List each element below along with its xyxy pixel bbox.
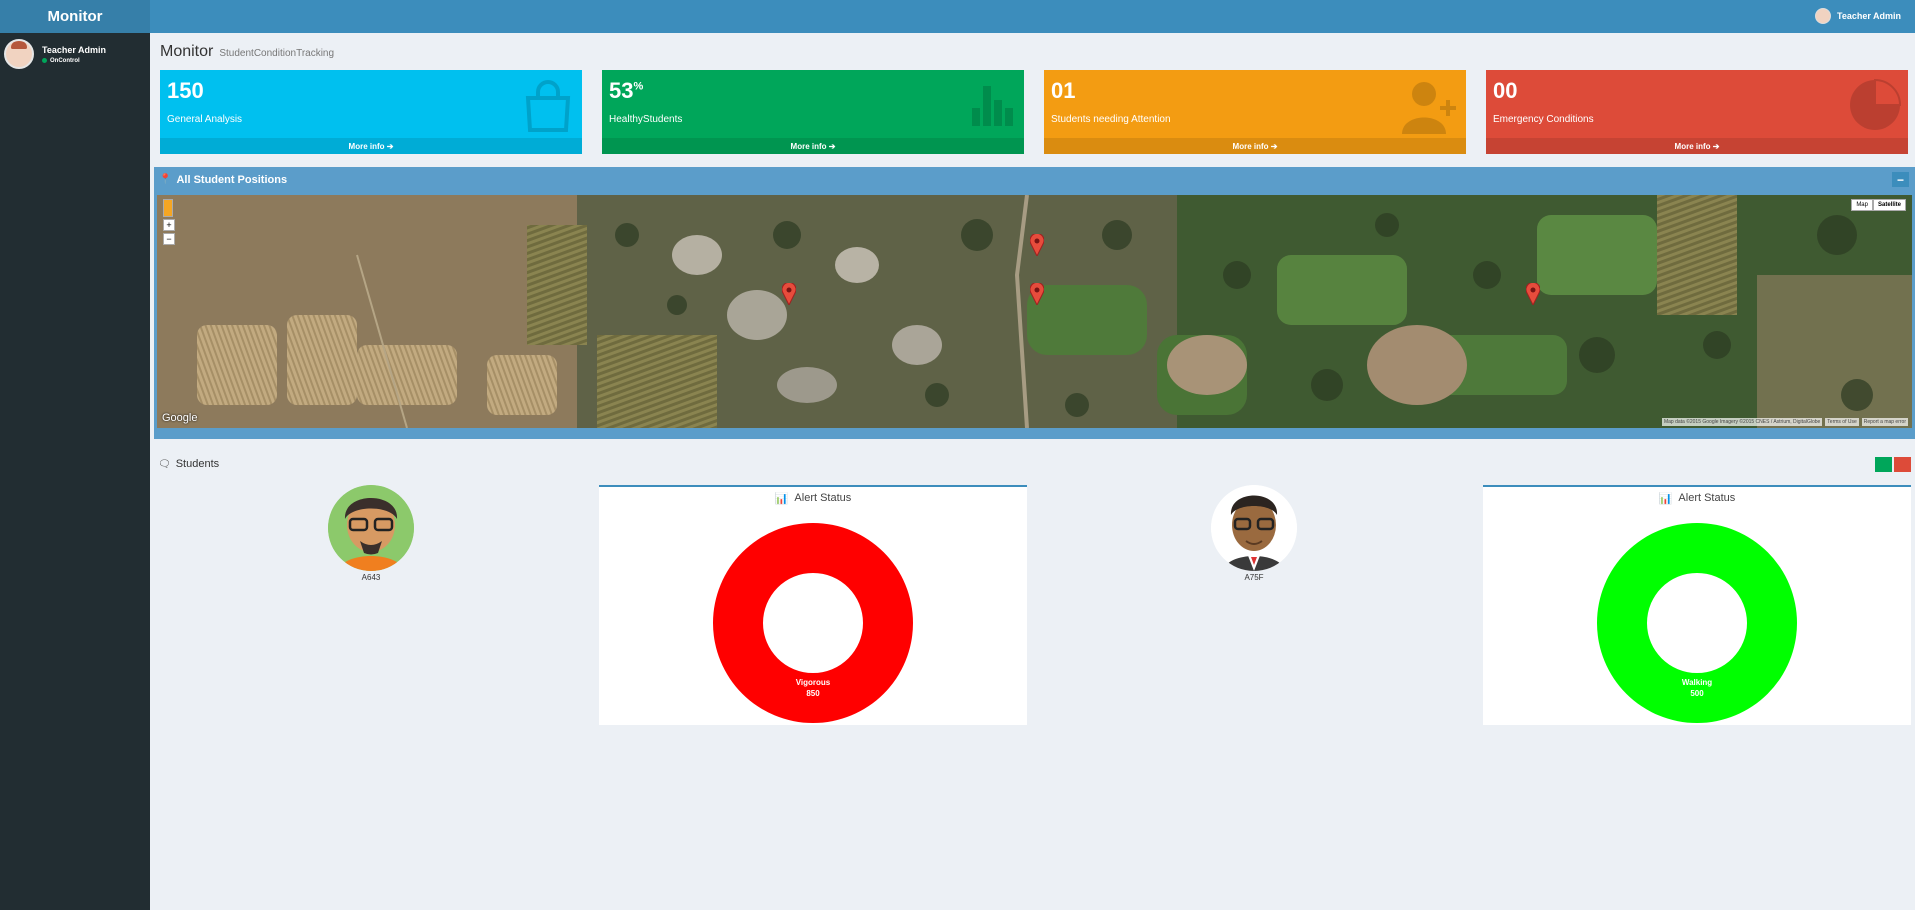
map-pin-icon[interactable] [1030,234,1044,256]
student-id: A643 [361,573,381,582]
student-id: A75F [1244,573,1264,582]
student-avatar [1211,485,1297,571]
stat-box-emergency: 00 Emergency Conditions More info ➔ [1486,70,1908,154]
report-error-link[interactable]: Report a map error [1861,418,1908,426]
sidebar-user-name: Teacher Admin [42,44,107,55]
user-status-label: OnControl [50,57,80,64]
stat-box-general: 150 General Analysis More info ➔ [160,70,582,154]
stat-label: HealthyStudents [609,114,683,125]
sidebar: Monitor Teacher Admin OnControl [0,0,150,910]
donut-chart: Vigorous 850 [713,522,913,724]
green-status-button[interactable] [1875,457,1892,472]
top-navbar: Teacher Admin [150,0,1915,33]
map-type-map-button[interactable]: Map [1851,199,1873,211]
google-logo: Google [162,412,198,424]
stat-box-attention: 01 Students needing Attention More info … [1044,70,1466,154]
chart-title: 📊 Alert Status [1658,492,1736,505]
map-pin-icon[interactable] [1030,283,1044,305]
map-marker-icon: 📍 [159,174,172,185]
top-user-menu[interactable]: Teacher Admin [1814,8,1901,24]
collapse-button[interactable]: − [1892,172,1909,187]
students-title: Students [175,458,220,470]
top-user-name: Teacher Admin [1836,11,1901,21]
online-dot-icon [42,58,47,63]
map-imagery [157,195,1912,428]
map-type-control: Map Satellite [1851,199,1906,211]
bag-icon [525,80,571,132]
donut-label: Walking [1682,678,1712,687]
stat-value: 150 [167,78,204,103]
zoom-out-button[interactable]: − [163,233,175,245]
map-pin-icon[interactable] [782,283,796,305]
user-avatar [4,39,34,69]
stat-label: Emergency Conditions [1493,114,1594,125]
more-info-link[interactable]: More info ➔ [160,138,582,154]
student-card[interactable]: A643 [326,485,416,582]
bar-chart-icon: 📊 [1658,492,1673,505]
map-box-title: All Student Positions [176,173,288,186]
map-zoom-controls: + − [163,199,175,247]
bar-chart-icon [972,86,1013,126]
donut-label: Vigorous [796,678,831,687]
user-add-icon [1402,82,1456,134]
content: Monitor StudentConditionTracking 150 Gen… [150,33,1915,910]
map-attribution: Map data ©2015 Google Imagery ©2015 CNES… [1661,418,1908,426]
zoom-in-button[interactable]: + [163,219,175,231]
user-panel: Teacher Admin OnControl [0,33,150,75]
bar-chart-icon: 📊 [774,492,789,505]
page-subtitle: StudentConditionTracking [219,48,335,59]
stat-value: 01 [1051,78,1076,103]
red-square-icon [1894,457,1911,472]
student-card[interactable]: A75F [1209,485,1299,582]
map-box: 📍 All Student Positions − + − Map Satell… [154,167,1915,439]
stat-label: Students needing Attention [1051,114,1171,125]
map-copyright: Map data ©2015 Google Imagery ©2015 CNES… [1661,418,1823,426]
donut-value: 850 [806,689,820,698]
students-section-header: 🗨 Students [158,458,219,470]
more-info-link[interactable]: More info ➔ [1044,138,1466,154]
page-header: Monitor StudentConditionTracking [160,43,334,61]
green-square-icon [1875,457,1892,472]
app-logo[interactable]: Monitor [0,0,150,33]
stat-value: 53% [609,78,644,103]
chart-title: 📊 Alert Status [774,492,852,505]
street-view-pegman-icon[interactable] [163,199,173,217]
map-pin-icon[interactable] [1526,283,1540,305]
red-status-button[interactable] [1894,457,1911,472]
satellite-map[interactable]: + − Map Satellite Google Map data ©2015 … [157,195,1912,428]
stat-label: General Analysis [167,114,243,125]
stat-box-healthy: 53% HealthyStudents More info ➔ [602,70,1024,154]
student-avatar [328,485,414,571]
donut-value: 500 [1690,689,1704,698]
students-tools [1875,457,1911,472]
page-title: Monitor [160,43,214,60]
user-status: OnControl [42,58,106,64]
top-user-avatar [1814,8,1831,24]
donut-chart: Walking 500 [1597,522,1797,724]
more-info-link[interactable]: More info ➔ [602,138,1024,154]
alert-status-chart: 📊 Alert Status Walking 500 [1483,485,1911,725]
more-info-link[interactable]: More info ➔ [1486,138,1908,154]
alert-status-chart: 📊 Alert Status Vigorous 850 [599,485,1027,725]
chat-bubbles-icon: 🗨 [158,458,171,470]
terms-link[interactable]: Terms of Use [1825,418,1859,426]
stat-value: 00 [1493,78,1518,103]
map-box-header: 📍 All Student Positions [154,167,1915,192]
pie-chart-icon [1850,78,1902,130]
map-type-satellite-button[interactable]: Satellite [1872,199,1906,211]
